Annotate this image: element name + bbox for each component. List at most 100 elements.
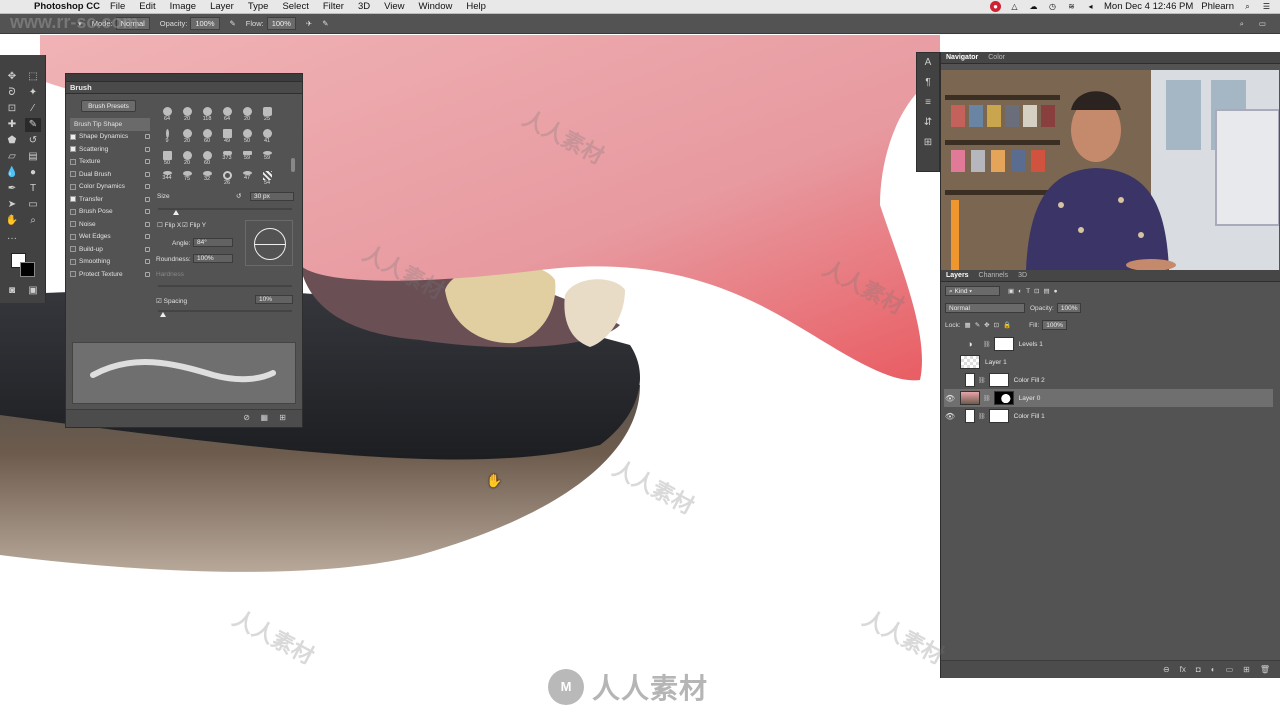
menu-file[interactable]: File [110, 1, 125, 12]
tab-3d[interactable]: 3D [1018, 272, 1027, 279]
menu-window[interactable]: Window [419, 1, 453, 12]
marquee-tool-icon[interactable]: ⬚ [25, 70, 41, 84]
layer-name[interactable]: Layer 1 [985, 359, 1007, 366]
magic-wand-tool-icon[interactable]: ✦ [25, 86, 41, 100]
brush-tip[interactable]: 59 [238, 151, 256, 165]
size-input[interactable]: 30 px [250, 192, 294, 201]
checkbox-icon[interactable] [70, 133, 76, 140]
spacing-checkbox[interactable]: ☑ Spacing [156, 297, 187, 305]
roundness-input[interactable]: 100% [193, 254, 233, 263]
pressure-size-icon[interactable]: ✎ [322, 19, 328, 28]
lasso-tool-icon[interactable]: ᘐ [4, 86, 20, 100]
brush-tip[interactable]: 75 [178, 171, 196, 185]
lock-icon[interactable] [145, 246, 150, 252]
brush-tip[interactable]: 64 [158, 107, 176, 122]
checkbox-icon[interactable] [70, 233, 76, 240]
zoom-tool-icon[interactable]: ⌕ [25, 214, 41, 228]
angle-input[interactable]: 84° [193, 238, 233, 247]
lock-icon[interactable] [145, 134, 150, 140]
datetime[interactable]: Mon Dec 4 12:46 PM [1104, 1, 1193, 12]
history-brush-icon[interactable]: ↺ [25, 134, 41, 148]
lock-options-icons[interactable]: ▦✎✥⊡🔒 [965, 321, 1016, 329]
brush-tip[interactable]: 64 [218, 107, 236, 122]
new-layer-icon[interactable]: ⊞ [1243, 665, 1250, 674]
volume-icon[interactable]: ◂ [1085, 1, 1096, 12]
brush-tip[interactable]: 20 [178, 129, 196, 144]
option-wet-edges[interactable]: Wet Edges [70, 231, 150, 244]
lock-icon[interactable] [145, 234, 150, 240]
adjustment-layer-icon[interactable]: ◐ [1211, 665, 1216, 674]
option-shape-dynamics[interactable]: Shape Dynamics [70, 131, 150, 144]
flip-x-checkbox[interactable]: ☐ Flip X [157, 221, 181, 229]
option-dual-brush[interactable]: Dual Brush [70, 168, 150, 181]
menu-filter[interactable]: Filter [323, 1, 344, 12]
option-brush-pose[interactable]: Brush Pose [70, 206, 150, 219]
layer-name[interactable]: Layer 0 [1019, 395, 1041, 402]
layer-opacity-input[interactable]: 100% [1056, 303, 1082, 313]
hand-tool-icon[interactable]: ✋ [4, 214, 20, 228]
checkbox-icon[interactable] [70, 183, 76, 190]
option-transfer[interactable]: Transfer [70, 193, 150, 206]
flip-y-checkbox[interactable]: ☑ Flip Y [182, 221, 206, 229]
layer-mask-thumbnail[interactable] [993, 391, 1014, 405]
brush-tip[interactable]: 20 [178, 151, 196, 166]
drive-icon[interactable]: △ [1009, 1, 1020, 12]
blur-tool-icon[interactable]: 💧 [4, 166, 20, 180]
lock-icon[interactable] [145, 184, 150, 190]
fill-input[interactable]: 100% [1042, 320, 1067, 330]
dodge-tool-icon[interactable]: ● [25, 166, 41, 180]
checkbox-icon[interactable] [70, 146, 76, 153]
brush-tool-icon[interactable]: ✎ [25, 118, 41, 132]
add-mask-icon[interactable]: ◘ [1196, 665, 1201, 674]
lock-icon[interactable] [145, 146, 150, 152]
menu-help[interactable]: Help [466, 1, 486, 12]
type-tool-icon[interactable]: T [25, 182, 41, 196]
adjustments-icon[interactable]: ⇵ [917, 113, 939, 133]
brush-tip[interactable]: 60 [198, 151, 216, 166]
tab-navigator[interactable]: Navigator [946, 54, 978, 61]
lock-icon[interactable] [145, 221, 150, 227]
checkbox-icon[interactable] [70, 258, 76, 265]
spacing-input[interactable]: 10% [255, 295, 293, 304]
wifi-icon[interactable]: ≋ [1066, 1, 1077, 12]
layer-mask-thumbnail[interactable] [993, 337, 1014, 351]
kind-filter-select[interactable]: ⌕ Kind ▾ [945, 286, 1000, 296]
crop-tool-icon[interactable]: ⊡ [4, 102, 20, 116]
brush-tip[interactable]: 118 [198, 107, 216, 122]
flow-input[interactable]: 100% [266, 17, 296, 30]
blend-mode-select[interactable]: Normal [945, 303, 1025, 313]
eye-icon[interactable]: 👁 [944, 394, 956, 403]
new-brush-icon[interactable]: ⊞ [279, 413, 286, 422]
fx-icon[interactable]: fx [1180, 665, 1186, 674]
shape-tool-icon[interactable]: ▭ [25, 198, 41, 212]
layer-mask-thumbnail[interactable] [988, 373, 1009, 387]
checkbox-icon[interactable] [70, 196, 76, 203]
toggle-preview-icon[interactable]: ⊘ [243, 413, 250, 422]
link-layers-icon[interactable]: ⊖ [1163, 665, 1170, 674]
spotlight-icon[interactable]: ⌕ [1242, 1, 1253, 12]
menu-layer[interactable]: Layer [210, 1, 234, 12]
layer-row-layer-1[interactable]: Layer 1 [944, 353, 1273, 371]
layer-name[interactable]: Color Fill 2 [1014, 377, 1045, 384]
option-build-up[interactable]: Build-up [70, 243, 150, 256]
checkbox-icon[interactable] [70, 221, 76, 228]
brush-tip[interactable]: 20 [178, 107, 196, 122]
brush-tip[interactable]: 26 [218, 171, 236, 186]
layer-thumbnail[interactable] [960, 355, 980, 369]
brush-tip[interactable]: 54 [258, 171, 276, 186]
hardness-slider[interactable] [158, 285, 292, 287]
fill-color-swatch[interactable] [965, 373, 975, 387]
brush-tip[interactable]: 47 [238, 171, 256, 185]
reset-size-icon[interactable]: ↺ [236, 192, 241, 200]
airbrush-icon[interactable]: ✈ [306, 19, 312, 28]
move-tool-icon[interactable]: ✥ [4, 70, 20, 84]
character-icon[interactable]: A [917, 53, 939, 73]
time-machine-icon[interactable]: ◷ [1047, 1, 1058, 12]
spacing-slider-knob[interactable] [160, 312, 166, 317]
notification-icon[interactable]: ☰ [1261, 1, 1272, 12]
layer-name[interactable]: Levels 1 [1019, 341, 1043, 348]
lock-icon[interactable] [145, 159, 150, 165]
tab-channels[interactable]: Channels [979, 272, 1009, 279]
brush-panel-titlebar[interactable] [66, 74, 302, 82]
record-icon[interactable]: ● [990, 1, 1001, 12]
